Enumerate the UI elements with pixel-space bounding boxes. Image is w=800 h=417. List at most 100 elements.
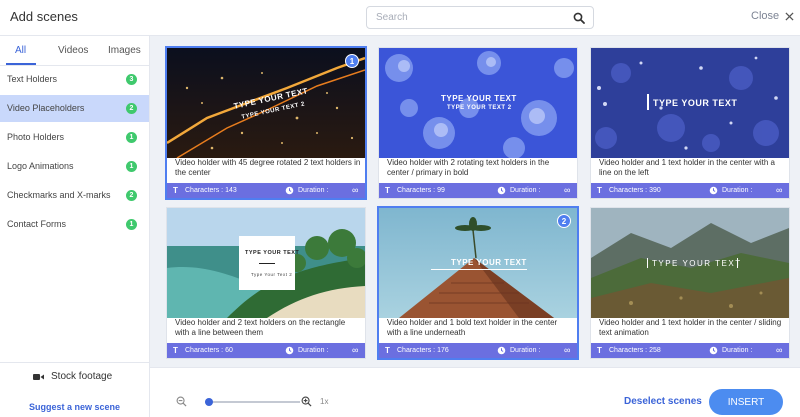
placeholder-text-secondary: Type Your Text 2 <box>251 272 293 277</box>
scene-thumbnail: TYPE YOUR TEXT Type Your Text 2 <box>167 208 365 318</box>
scene-thumbnail: TYPE YOUR TEXT <box>591 48 789 158</box>
underline-accent <box>431 269 527 270</box>
duration-value: ∞ <box>352 345 359 355</box>
close-label: Close <box>751 10 780 22</box>
stock-footage-section: Stock footage <box>0 362 149 392</box>
filter-tabs: All Videos Images <box>0 36 150 66</box>
insert-button[interactable]: INSERT <box>709 389 783 415</box>
text-type-icon: T <box>173 186 178 195</box>
characters-count: Characters : 60 <box>185 347 233 354</box>
clock-icon <box>285 186 294 195</box>
text-type-icon: T <box>385 346 390 355</box>
scene-card[interactable]: TYPE YOUR TEXT TYPE YOUR TEXT 2 Video ho… <box>378 47 578 199</box>
slide-bar-left <box>647 258 648 268</box>
category-video-placeholders[interactable]: Video Placeholders 2 <box>0 95 149 122</box>
clock-icon <box>285 346 294 355</box>
scene-grid: TYPE YOUR TEXT TYPE YOUR TEXT 2 1 Video … <box>150 36 800 367</box>
text-type-icon: T <box>173 346 178 355</box>
characters-count: Characters : 390 <box>609 187 661 194</box>
scene-description: Video holder with 2 rotating text holder… <box>387 158 550 177</box>
category-text-holders[interactable]: Text Holders 3 <box>0 66 149 93</box>
scene-thumbnail: TYPE YOUR TEXT <box>591 208 789 318</box>
scene-card[interactable]: TYPE YOUR TEXT Video holder and 1 text h… <box>590 207 790 359</box>
zoom-slider-thumb[interactable] <box>205 398 213 406</box>
clock-icon <box>709 346 718 355</box>
placeholder-text-secondary: TYPE YOUR TEXT 2 <box>447 105 512 111</box>
scene-footer: T Characters : 390 Duration : ∞ <box>591 183 789 198</box>
placeholder-text-primary: TYPE YOUR TEXT <box>451 258 527 267</box>
divider-line <box>259 263 275 264</box>
search-icon[interactable] <box>573 12 585 24</box>
category-label: Text Holders <box>7 74 58 84</box>
category-label: Video Placeholders <box>7 103 85 113</box>
search-box[interactable] <box>366 6 594 29</box>
scene-card[interactable]: TYPE YOUR TEXT Video holder and 1 text h… <box>590 47 790 199</box>
scene-description: Video holder and 1 text holder in the ce… <box>599 318 782 337</box>
scene-description: Video holder and 1 text holder in the ce… <box>599 158 775 177</box>
close-button[interactable]: Close <box>751 10 794 22</box>
count-badge: 2 <box>126 190 137 201</box>
dialog-title: Add scenes <box>10 9 78 24</box>
duration-value: ∞ <box>776 345 783 355</box>
search-input[interactable] <box>376 7 566 28</box>
stock-footage-label: Stock footage <box>51 371 113 382</box>
footer-bar: 1x Deselect scenes INSERT <box>150 367 800 417</box>
category-label: Photo Holders <box>7 132 65 142</box>
count-badge: 1 <box>126 219 137 230</box>
zoom-in-icon[interactable] <box>301 396 312 407</box>
clock-icon <box>497 346 506 355</box>
category-contact-forms[interactable]: Contact Forms 1 <box>0 211 149 238</box>
frosty-forest-image <box>379 48 577 158</box>
video-camera-icon <box>33 373 44 380</box>
zoom-slider[interactable] <box>205 398 300 406</box>
accent-line <box>647 94 649 110</box>
placeholder-text-primary: TYPE YOUR TEXT <box>245 250 300 256</box>
tab-all[interactable]: All <box>15 45 26 56</box>
scene-thumbnail: TYPE YOUR TEXT TYPE YOUR TEXT 2 <box>167 48 365 158</box>
header-bar: Add scenes Close <box>0 0 800 36</box>
scene-footer: T Characters : 60 Duration : ∞ <box>167 343 365 358</box>
scene-thumbnail: TYPE YOUR TEXT TYPE YOUR TEXT 2 <box>379 48 577 158</box>
close-icon <box>785 11 794 21</box>
scene-description: Video holder and 1 bold text holder in t… <box>387 318 558 337</box>
zoom-out-icon[interactable] <box>176 396 187 407</box>
duration-value: ∞ <box>352 185 359 195</box>
scene-footer: T Characters : 99 Duration : ∞ <box>379 183 577 198</box>
count-badge: 1 <box>126 132 137 143</box>
category-label: Checkmarks and X-marks <box>7 190 111 200</box>
duration-value: ∞ <box>776 185 783 195</box>
count-badge: 2 <box>126 103 137 114</box>
selection-order-badge: 1 <box>345 54 359 68</box>
text-type-icon: T <box>597 346 602 355</box>
tab-images[interactable]: Images <box>108 45 141 56</box>
text-type-icon: T <box>385 186 390 195</box>
scene-footer: T Characters : 143 Duration : ∞ <box>167 183 365 198</box>
placeholder-text-primary: TYPE YOUR TEXT <box>441 94 517 103</box>
deselect-scenes-button[interactable]: Deselect scenes <box>624 396 702 407</box>
scene-footer: T Characters : 176 Duration : ∞ <box>379 343 577 358</box>
scene-card[interactable]: TYPE YOUR TEXT Type Your Text 2 Video ho… <box>166 207 366 359</box>
scene-description: Video holder with 45 degree rotated 2 te… <box>175 158 361 177</box>
zoom-level: 1x <box>320 397 329 406</box>
category-photo-holders[interactable]: Photo Holders 1 <box>0 124 149 151</box>
scene-card[interactable]: TYPE YOUR TEXT TYPE YOUR TEXT 2 1 Video … <box>166 47 366 199</box>
scene-card[interactable]: TYPE YOUR TEXT 2 Video holder and 1 bold… <box>378 207 578 359</box>
category-checkmarks-xmarks[interactable]: Checkmarks and X-marks 2 <box>0 182 149 209</box>
duration-label: Duration : <box>298 347 329 354</box>
category-label: Logo Animations <box>7 161 74 171</box>
selection-order-badge: 2 <box>557 214 571 228</box>
category-label: Contact Forms <box>7 219 67 229</box>
category-logo-animations[interactable]: Logo Animations 1 <box>0 153 149 180</box>
scene-thumbnail: TYPE YOUR TEXT <box>379 208 577 318</box>
stock-footage-button[interactable]: Stock footage <box>33 371 112 382</box>
slide-bar-right <box>737 258 738 268</box>
clock-icon <box>709 186 718 195</box>
tab-videos[interactable]: Videos <box>58 45 88 56</box>
characters-count: Characters : 99 <box>397 187 445 194</box>
suggest-scene-link[interactable]: Suggest a new scene <box>29 402 120 412</box>
scene-description: Video holder and 2 text holders on the r… <box>175 318 346 337</box>
characters-count: Characters : 143 <box>185 187 237 194</box>
duration-value: ∞ <box>564 185 571 195</box>
duration-value: ∞ <box>564 345 571 355</box>
characters-count: Characters : 258 <box>609 347 661 354</box>
